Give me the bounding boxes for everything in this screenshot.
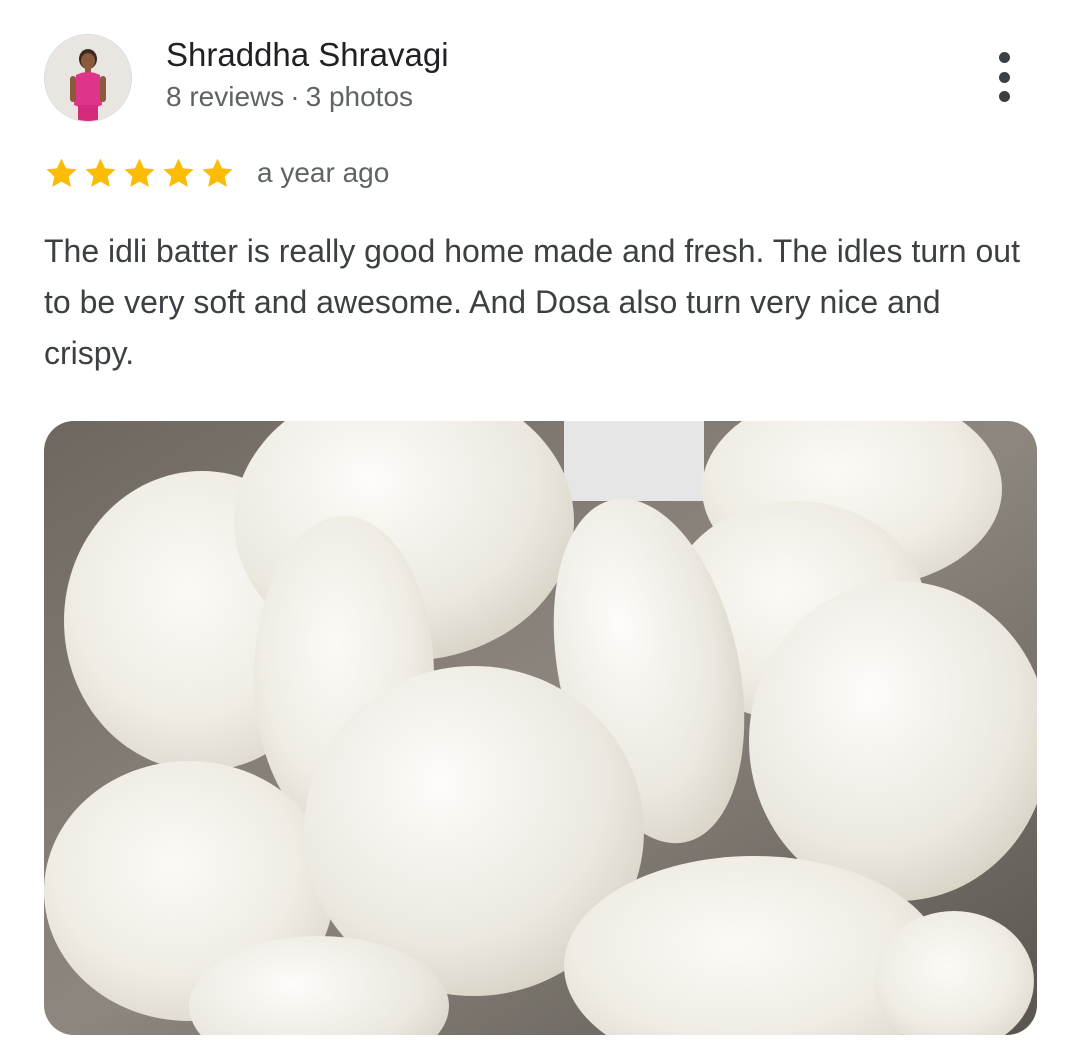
review-text: The idli batter is really good home made…	[44, 233, 1020, 371]
avatar[interactable]	[44, 34, 132, 122]
star-rating	[44, 156, 235, 191]
more-vert-icon-dot	[998, 71, 1010, 83]
star-icon	[85, 158, 116, 187]
review-card: Shraddha Shravagi 8 reviews · 3 photos a y…	[0, 0, 1080, 1050]
idli-photo	[44, 421, 1037, 1035]
reviews-count: 8 reviews	[166, 81, 285, 112]
avatar-image	[45, 35, 131, 121]
star-icon	[124, 158, 155, 187]
star-icon	[163, 158, 194, 187]
more-vert-icon-dot	[998, 91, 1010, 102]
meta-separator: ·	[290, 81, 300, 112]
photos-count: 3 photos	[305, 81, 414, 112]
author-meta: 8 reviews · 3 photos	[166, 81, 413, 113]
review-time: a year ago	[257, 157, 390, 188]
author-name[interactable]: Shraddha Shravagi	[166, 36, 449, 74]
star-icon	[46, 158, 77, 187]
more-options-button[interactable]	[988, 52, 1020, 102]
more-vert-icon	[998, 52, 1010, 63]
rating-row: a year ago	[44, 154, 389, 192]
star-icon	[202, 158, 233, 187]
review-photo[interactable]	[44, 421, 1037, 1035]
